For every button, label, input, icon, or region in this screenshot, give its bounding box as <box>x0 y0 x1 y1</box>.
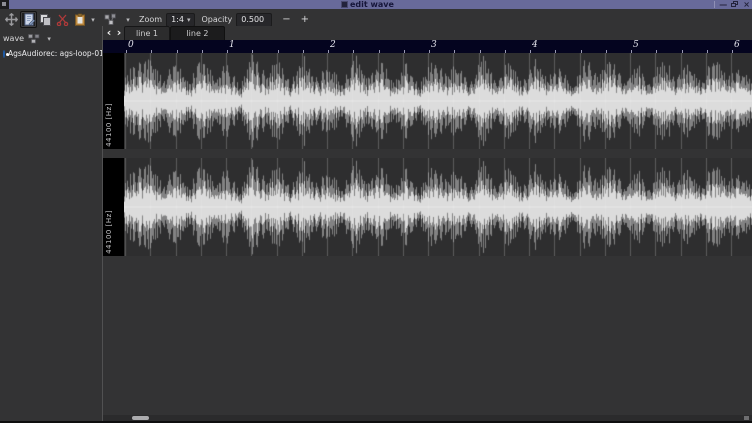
edit-wave-window: edit wave — × <box>0 0 752 423</box>
wave-sidebar: wave ▾ AgsAudiorec: ags-loop-017 <box>0 30 102 421</box>
waveform-canvas-1[interactable] <box>124 53 752 149</box>
position-cursor-icon <box>5 13 18 26</box>
machine-label: AgsAudiorec: ags-loop-017 <box>8 49 109 58</box>
machine-selector-icon[interactable] <box>28 34 40 44</box>
scrollbar-thumb[interactable] <box>132 416 149 420</box>
tab-line-1[interactable]: line 1 <box>124 26 170 40</box>
maximize-icon-front <box>731 3 736 7</box>
scissors-icon <box>56 13 69 26</box>
opacity-decrement-button[interactable]: − <box>282 13 290 27</box>
paste-dropdown-arrow[interactable]: ▾ <box>88 16 98 24</box>
paste-button[interactable] <box>71 11 88 28</box>
zoom-dropdown-arrow: ▾ <box>187 16 191 24</box>
position-cursor-button[interactable] <box>3 11 20 28</box>
line-tab-bar: ‹ › line 1 line 2 <box>103 26 752 40</box>
opacity-label: Opacity <box>201 15 232 24</box>
window-title: edit wave <box>350 0 394 9</box>
tool-grid-icon <box>104 13 117 26</box>
wave-section-label: wave <box>3 34 24 43</box>
tool-dropdown-arrow[interactable]: ▾ <box>123 16 133 24</box>
desktop-corner-icon[interactable] <box>0 0 9 9</box>
machine-dropdown-arrow[interactable]: ▾ <box>44 35 54 43</box>
zoom-label: Zoom <box>139 15 162 24</box>
edit-tool-button[interactable] <box>20 11 37 28</box>
opacity-increment-button[interactable]: + <box>301 13 309 27</box>
waveform-area-2[interactable] <box>124 158 752 256</box>
close-button[interactable]: × <box>743 0 750 9</box>
machine-radio-row[interactable]: AgsAudiorec: ags-loop-017 <box>0 48 102 59</box>
window-icon <box>341 1 348 8</box>
samplerate-label-1: 44100 [Hz] <box>105 103 113 147</box>
samplerate-label-2: 44100 [Hz] <box>105 210 113 254</box>
maximize-button[interactable] <box>731 1 739 8</box>
edit-pencil-icon <box>23 13 35 26</box>
machine-radio-selected[interactable] <box>3 50 5 58</box>
corner-glyph-icon <box>2 2 6 6</box>
opacity-input[interactable]: 0.500 <box>236 13 272 27</box>
wave-panel-2: 44100 [Hz] <box>103 158 752 256</box>
cut-button[interactable] <box>54 11 71 28</box>
tabs-next-button[interactable]: › <box>114 26 124 40</box>
zoom-value: 1:4 <box>171 15 184 24</box>
clipboard-icon <box>74 13 86 26</box>
title-bar: edit wave — × <box>0 0 752 9</box>
zoom-select[interactable]: 1:4 ▾ <box>166 13 195 27</box>
radio-dot <box>6 53 9 56</box>
waveform-area-1[interactable] <box>124 53 752 149</box>
window-controls-divider <box>714 1 715 8</box>
tab-line-2[interactable]: line 2 <box>170 26 225 40</box>
waveform-canvas-2[interactable] <box>124 158 752 256</box>
wave-panel-1: 44100 [Hz] <box>103 53 752 149</box>
copy-icon <box>39 13 52 26</box>
timeline-ruler: 0123456 <box>103 40 752 53</box>
tabs-prev-button[interactable]: ‹ <box>104 26 114 40</box>
opacity-value: 0.500 <box>241 15 264 24</box>
scrollbar-grip[interactable] <box>744 416 749 420</box>
copy-button[interactable] <box>37 11 54 28</box>
samplerate-strip-1: 44100 [Hz] <box>103 53 124 149</box>
minimize-button[interactable]: — <box>719 0 727 9</box>
wave-editor: ‹ › line 1 line 2 0123456 44100 [Hz] 441… <box>103 26 752 421</box>
samplerate-strip-2: 44100 [Hz] <box>103 158 124 256</box>
